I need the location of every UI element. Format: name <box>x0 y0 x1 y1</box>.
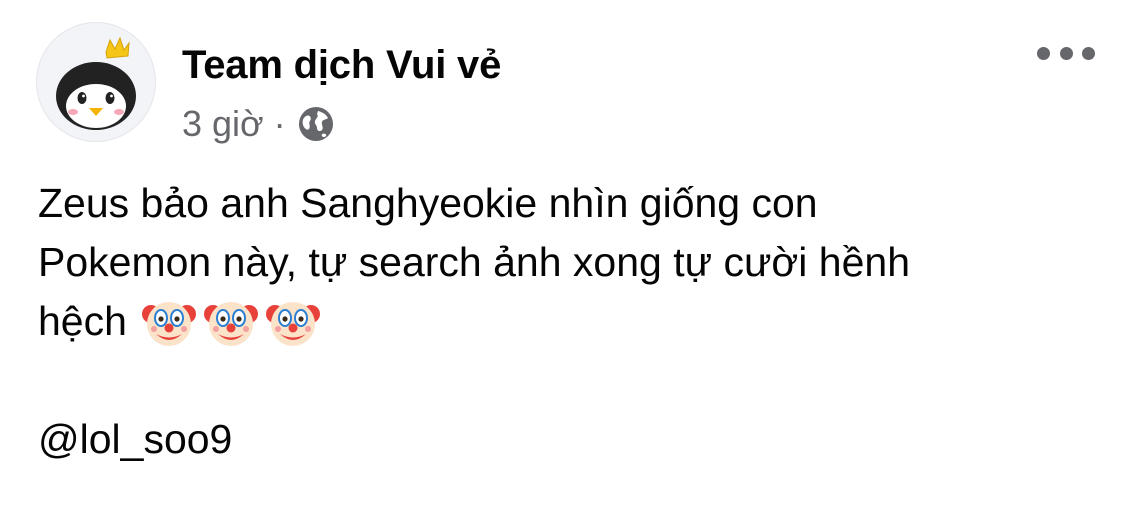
more-dot-icon <box>1082 46 1095 60</box>
author-name[interactable]: Team dịch Vui vẻ <box>182 41 501 89</box>
facebook-post: Team dịch Vui vẻ 3 giờ · Zeus bảo anh Sa… <box>0 0 1125 513</box>
more-options-button[interactable] <box>1037 38 1095 68</box>
mention-text: @lol_soo9 <box>38 416 233 462</box>
clown-face-emoji-icon <box>141 294 197 350</box>
post-time[interactable]: 3 giờ <box>182 103 264 145</box>
avatar[interactable] <box>36 22 156 142</box>
post-body: Zeus bảo anh Sanghyeokie nhìn giống con … <box>38 174 1098 469</box>
post-body-line: Pokemon này, tự search ảnh xong tự cười … <box>38 233 1098 292</box>
meta-separator: · <box>273 103 286 144</box>
penguin-avatar-icon <box>56 36 136 130</box>
clown-face-emoji-icon <box>265 294 321 350</box>
clown-face-emoji-icon <box>203 294 259 350</box>
post-body-text: Zeus bảo anh Sanghyeokie nhìn giống con <box>38 180 818 226</box>
more-dot-icon <box>1037 46 1050 60</box>
more-dot-icon <box>1059 46 1073 60</box>
post-body-line: Zeus bảo anh Sanghyeokie nhìn giống con <box>38 174 1098 233</box>
post-body-text: hệch <box>38 298 127 344</box>
post-meta: 3 giờ · <box>182 102 336 146</box>
post-body-line: hệch <box>38 292 1098 351</box>
post-body-text: Pokemon này, tự search ảnh xong tự cười … <box>38 239 910 285</box>
emoji-group <box>141 294 321 350</box>
globe-icon[interactable] <box>296 104 336 144</box>
post-body-line: @lol_soo9 <box>38 410 1098 469</box>
